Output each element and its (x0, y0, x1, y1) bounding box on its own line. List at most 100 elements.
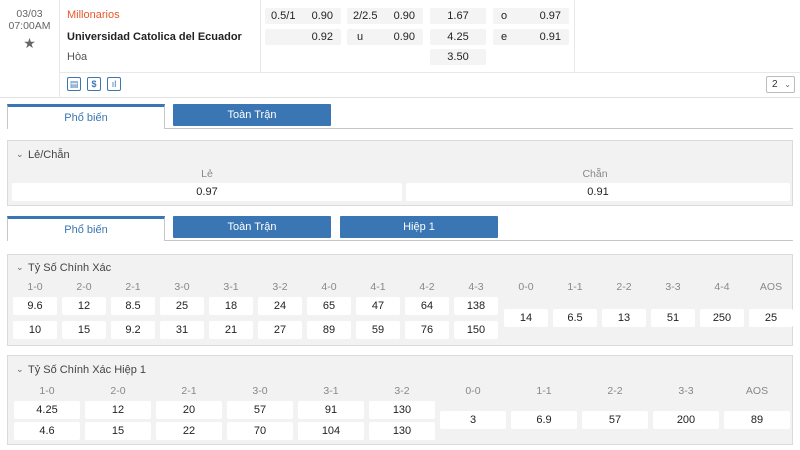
score-odds-home[interactable]: 64 (405, 297, 449, 315)
score-odds-away[interactable]: 31 (160, 321, 204, 339)
score-odds-home[interactable]: 24 (258, 297, 302, 315)
score-label: 3-3 (678, 385, 694, 397)
score-odds-draw[interactable]: 57 (582, 411, 648, 429)
x12-draw-odds[interactable]: 3.50 (430, 49, 486, 65)
score-label: AOS (745, 385, 769, 397)
score-odds-draw[interactable]: 250 (700, 309, 744, 327)
handicap-home-odds[interactable]: 0.5/1 0.90 (265, 8, 341, 24)
score-odds-away[interactable]: 89 (307, 321, 351, 339)
match-date: 03/03 (16, 8, 43, 20)
dollar-icon[interactable]: $ (87, 77, 101, 91)
score-odds-away[interactable]: 4.6 (14, 422, 80, 440)
chevron-down-icon[interactable]: ⌄ (16, 262, 24, 273)
x12-home-odds[interactable]: 1.67 (430, 8, 486, 24)
score-odds-home[interactable]: 47 (356, 297, 400, 315)
score-odds-away[interactable]: 15 (85, 422, 151, 440)
x12-away-odds[interactable]: 4.25 (430, 29, 486, 45)
over-odds[interactable]: 2/2.5 0.90 (347, 8, 423, 24)
score-odds-home[interactable]: 18 (209, 297, 253, 315)
panel-title: Lẻ/Chẵn (28, 149, 70, 161)
match-time: 07:00AM (8, 20, 51, 32)
score-label: 4-2 (419, 281, 435, 293)
tab-popular[interactable]: Phổ biến (7, 104, 165, 129)
score-odds-draw[interactable]: 89 (724, 411, 790, 429)
score-odds-home[interactable]: 57 (227, 401, 293, 419)
score-odds-away[interactable]: 130 (369, 422, 435, 440)
tab-full-match[interactable]: Toàn Trận (173, 104, 331, 126)
score-odds-home[interactable]: 4.25 (14, 401, 80, 419)
market-count: 2 (772, 79, 778, 90)
handicap-away-odds[interactable]: 0.92 (265, 29, 341, 45)
even-odds[interactable]: 0.91 (406, 183, 790, 201)
list-icon[interactable]: ▤ (67, 77, 81, 91)
score-odds-home[interactable]: 9.6 (13, 297, 57, 315)
score-label: 3-0 (174, 281, 190, 293)
draw-label: Hòa (67, 51, 88, 63)
chevron-down-icon[interactable]: ⌄ (16, 364, 24, 375)
odd-odds[interactable]: 0.97 (12, 183, 402, 201)
score-odds-draw[interactable]: 3 (440, 411, 506, 429)
home-team-name[interactable]: Millonarios (67, 9, 120, 21)
score-label: 4-3 (468, 281, 484, 293)
under-odds[interactable]: u 0.90 (347, 29, 423, 45)
score-odds-away[interactable]: 150 (454, 321, 498, 339)
score-odds-draw[interactable]: 14 (504, 309, 548, 327)
away-team-name[interactable]: Universidad Catolica del Ecuador (67, 31, 242, 43)
odds-value: 0.90 (393, 31, 415, 43)
tab-popular[interactable]: Phổ biến (7, 216, 165, 241)
score-odds-draw[interactable]: 13 (602, 309, 646, 327)
score-label: 0-0 (465, 385, 481, 397)
score-odds-away[interactable]: 10 (13, 321, 57, 339)
score-odds-home[interactable]: 12 (62, 297, 106, 315)
bar-chart-icon[interactable]: ıl (107, 77, 121, 91)
under-label: u (357, 31, 364, 43)
chevron-down-icon[interactable]: ⌄ (16, 149, 24, 160)
score-label: 4-0 (321, 281, 337, 293)
score-odds-home[interactable]: 91 (298, 401, 364, 419)
score-odds-home[interactable]: 12 (85, 401, 151, 419)
score-label: AOS (759, 281, 783, 293)
tab-first-half[interactable]: Hiệp 1 (340, 216, 498, 238)
even-label: e (501, 31, 508, 43)
panel-title: Tỷ Số Chính Xác Hiệp 1 (28, 364, 147, 376)
score-odds-away[interactable]: 27 (258, 321, 302, 339)
score-odds-home[interactable]: 20 (156, 401, 222, 419)
score-label: 3-0 (252, 385, 268, 397)
odd-odds[interactable]: o 0.97 (493, 8, 569, 24)
even-label: Chẵn (582, 168, 608, 180)
score-odds-draw[interactable]: 6.5 (553, 309, 597, 327)
score-odds-away[interactable]: 21 (209, 321, 253, 339)
odd-label: Lẻ (201, 168, 213, 180)
odds-value: 0.91 (539, 31, 561, 43)
score-odds-away[interactable]: 22 (156, 422, 222, 440)
score-odds-away[interactable]: 104 (298, 422, 364, 440)
score-odds-home[interactable]: 130 (369, 401, 435, 419)
score-odds-draw[interactable]: 6.9 (511, 411, 577, 429)
score-odds-away[interactable]: 76 (405, 321, 449, 339)
score-label: 3-2 (394, 385, 410, 397)
score-odds-home[interactable]: 25 (160, 297, 204, 315)
score-label: 1-1 (567, 281, 583, 293)
odds-value: 0.90 (311, 10, 333, 22)
overunder-line: 2/2.5 (353, 10, 378, 22)
score-odds-draw[interactable]: 25 (749, 309, 793, 327)
score-label: 4-4 (714, 281, 730, 293)
score-label: 2-1 (125, 281, 141, 293)
match-datetime: 03/03 07:00AM ★ (0, 0, 60, 98)
score-odds-home[interactable]: 138 (454, 297, 498, 315)
score-odds-draw[interactable]: 200 (653, 411, 719, 429)
betting-page: 03/03 07:00AM ★ Millonarios Universidad … (0, 0, 800, 450)
score-odds-home[interactable]: 8.5 (111, 297, 155, 315)
score-label: 3-1 (323, 385, 339, 397)
tab-full-match[interactable]: Toàn Trận (173, 216, 331, 238)
favorite-star-icon[interactable]: ★ (0, 36, 59, 50)
score-odds-away[interactable]: 9.2 (111, 321, 155, 339)
score-odds-draw[interactable]: 51 (651, 309, 695, 327)
score-odds-away[interactable]: 70 (227, 422, 293, 440)
score-odds-away[interactable]: 59 (356, 321, 400, 339)
market-count-dropdown[interactable]: 2 ⌄ (766, 76, 795, 93)
score-odds-away[interactable]: 15 (62, 321, 106, 339)
even-odds[interactable]: e 0.91 (493, 29, 569, 45)
panel-title: Tỷ Số Chính Xác (28, 262, 112, 274)
score-odds-home[interactable]: 65 (307, 297, 351, 315)
